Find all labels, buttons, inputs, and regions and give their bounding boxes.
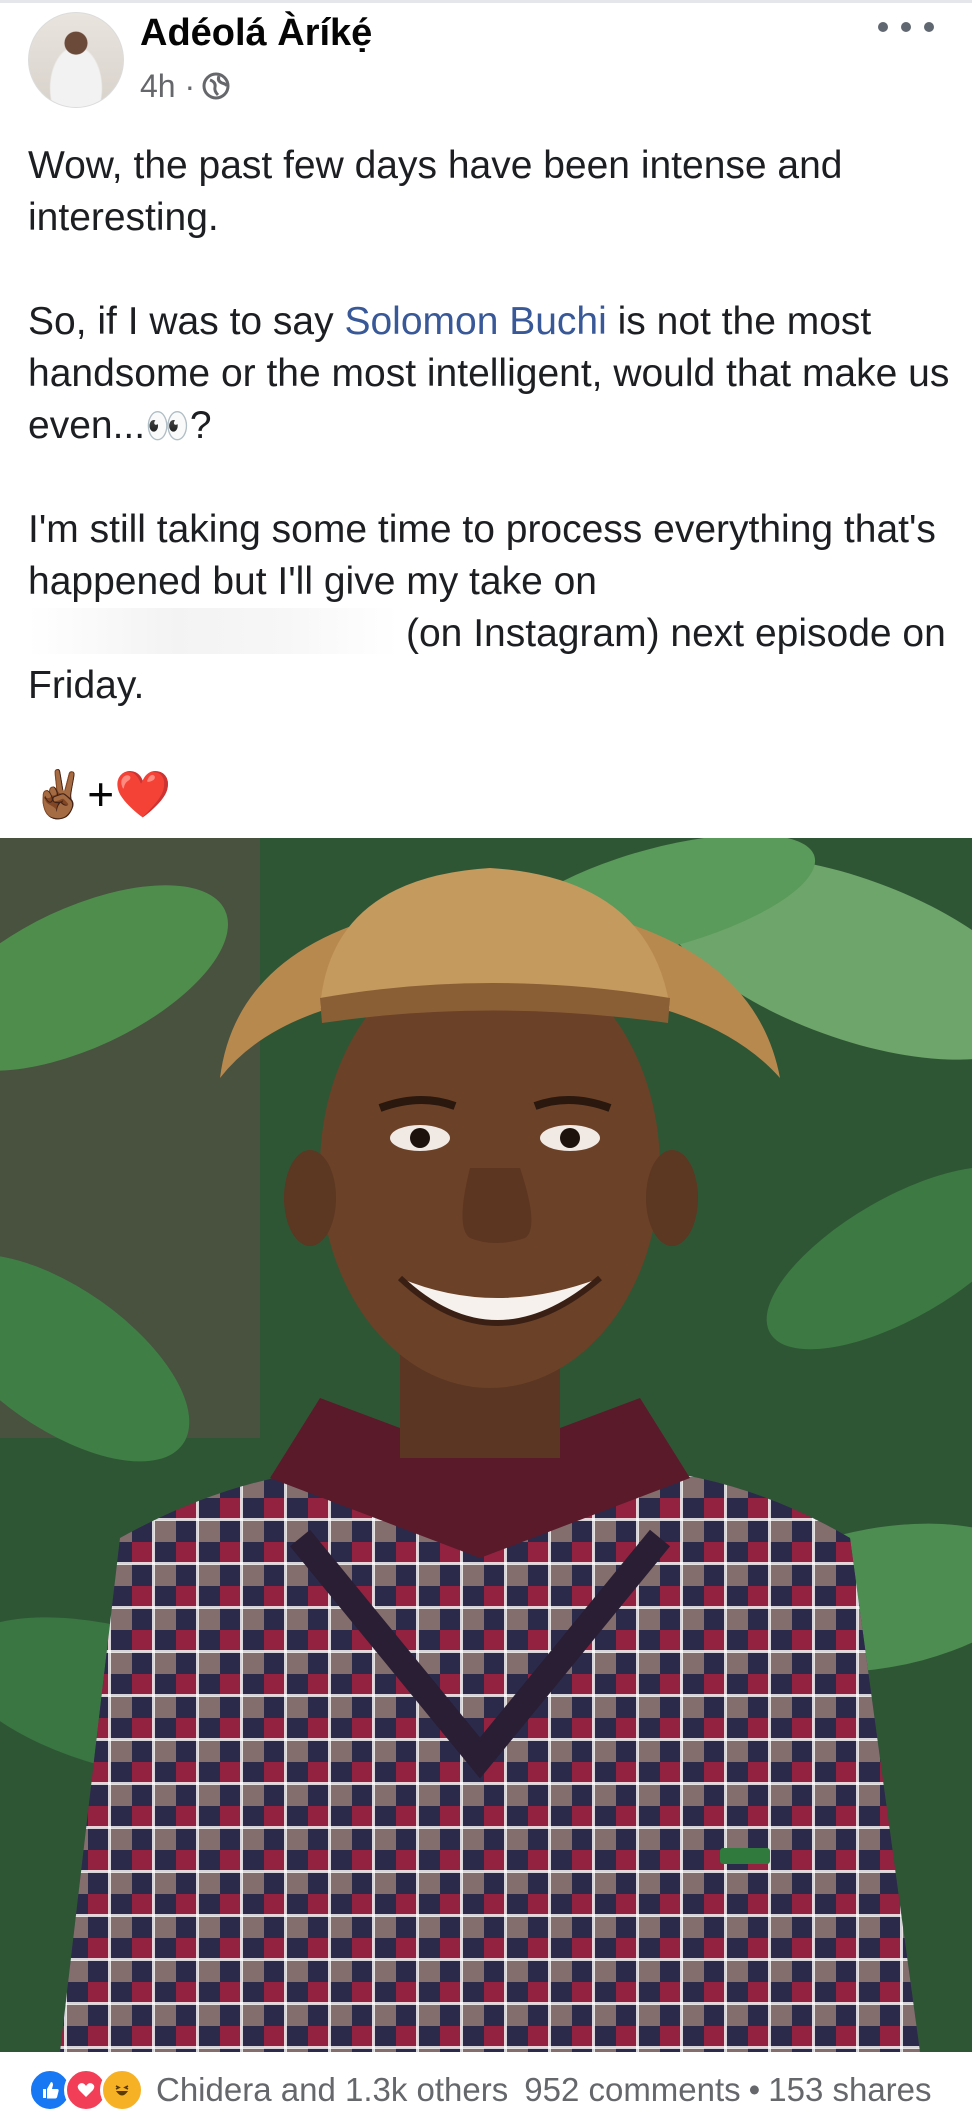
engagement-bar: Chidera and 1.3k others 952 comments • 1… xyxy=(0,2052,972,2128)
post-text: Wow, the past few days have been intense… xyxy=(28,140,958,712)
redacted-text xyxy=(28,608,398,654)
post-header: Adéolá Àríkẹ́ 4h · xyxy=(0,0,972,110)
shares-count[interactable]: 153 shares xyxy=(768,2071,931,2109)
post-time[interactable]: 4h · xyxy=(140,68,195,105)
comments-count[interactable]: 952 comments xyxy=(524,2071,740,2109)
author-avatar[interactable] xyxy=(28,12,124,108)
reactions-summary[interactable]: Chidera and 1.3k others xyxy=(156,2071,508,2109)
haha-icon xyxy=(100,2068,144,2112)
mention-link[interactable]: Solomon Buchi xyxy=(344,300,606,343)
portrait-image xyxy=(0,838,972,2052)
paragraph-3: I'm still taking some time to process ev… xyxy=(28,508,946,707)
post-meta: 4h · xyxy=(140,66,231,106)
more-options-button[interactable] xyxy=(878,14,934,40)
paragraph-1: Wow, the past few days have been intense… xyxy=(28,144,843,239)
separator-dot: • xyxy=(748,2071,761,2108)
author-name[interactable]: Adéolá Àríkẹ́ xyxy=(140,12,372,55)
paragraph-2: So, if I was to say Solomon Buchi is not… xyxy=(28,300,950,447)
post-photo[interactable] xyxy=(0,838,972,2052)
more-horizontal-icon xyxy=(878,22,888,32)
reaction-icons[interactable] xyxy=(28,2068,144,2112)
emoji-line: ✌🏾+❤️ xyxy=(30,768,172,820)
eyes-emoji: 👀 xyxy=(145,405,190,446)
globe-icon xyxy=(202,72,230,100)
